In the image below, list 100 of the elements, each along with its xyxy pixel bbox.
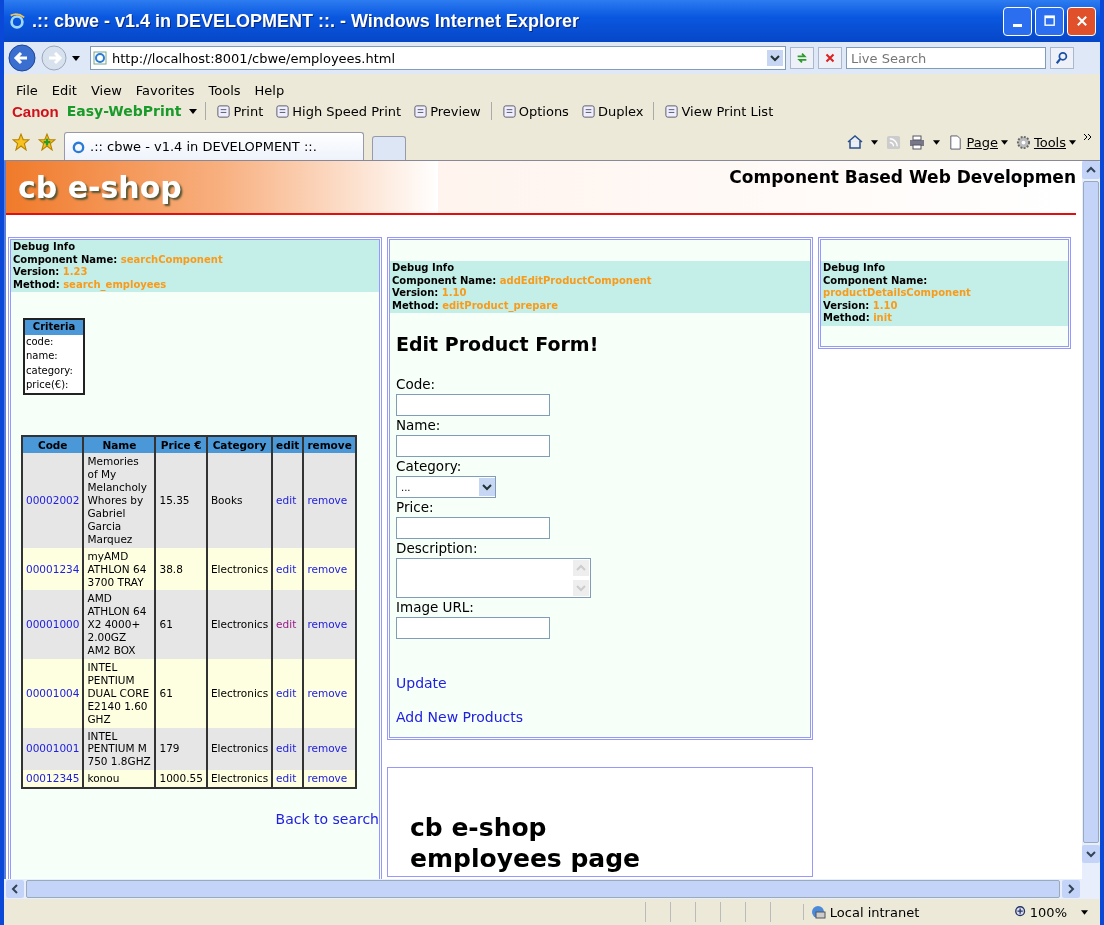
address-field[interactable]: http://localhost:8001/cbwe/employees.html <box>90 46 786 70</box>
input-field[interactable] <box>396 394 550 416</box>
page-icon <box>948 134 964 150</box>
browser-logo-icon <box>71 139 86 154</box>
browser-logo-icon <box>8 12 26 30</box>
debug-label: Component Name: <box>392 274 497 286</box>
dropdown-arrow-icon[interactable] <box>1081 909 1088 915</box>
edit-link[interactable]: edit <box>276 494 297 507</box>
edit-link[interactable]: edit <box>276 618 297 631</box>
dropdown-arrow-icon[interactable] <box>189 108 198 114</box>
table-cell: Memories of My Melancholy Whores by Gabriel Garcia Marquez <box>83 453 156 548</box>
back-link[interactable]: Back to search <box>275 811 379 828</box>
form-link[interactable]: Update <box>396 675 447 691</box>
menu-item[interactable]: View <box>90 83 122 98</box>
product-code-link[interactable]: 00001000 <box>26 618 80 631</box>
toolbar-button[interactable]: Preview <box>411 103 483 119</box>
zoom-button[interactable]: 100% <box>1007 903 1073 921</box>
dropdown-arrow-icon[interactable] <box>871 139 879 145</box>
maximize-button[interactable] <box>1035 6 1064 36</box>
close-button[interactable] <box>1067 6 1096 36</box>
column-header: Code <box>22 435 84 454</box>
debug-value: 1.10 <box>441 287 467 298</box>
toolbar-button[interactable]: View Print List <box>662 103 776 119</box>
product-code-link[interactable]: 00001004 <box>26 686 80 699</box>
category-dropdown[interactable]: ... <box>396 476 496 498</box>
toolbar-icon <box>501 103 517 119</box>
home-icon[interactable] <box>847 134 864 150</box>
field-label: Category: <box>396 457 462 476</box>
search-field[interactable]: Live Search <box>846 47 1046 69</box>
edit-link[interactable]: edit <box>276 562 297 575</box>
menu-item[interactable]: Edit <box>51 83 77 98</box>
toolbar-button[interactable]: Duplex <box>578 103 646 119</box>
refresh-button[interactable] <box>790 47 814 69</box>
favorites-star-icon[interactable] <box>12 133 30 151</box>
stop-button[interactable] <box>818 47 842 69</box>
input-field[interactable] <box>396 617 550 639</box>
scroll-up-icon[interactable] <box>1082 161 1100 179</box>
vertical-scrollbar[interactable] <box>1082 161 1100 879</box>
remove-link[interactable]: remove <box>307 618 348 631</box>
description-field[interactable] <box>396 558 591 598</box>
scroll-down-icon <box>573 580 589 596</box>
brand-logo: Canon <box>12 102 59 120</box>
menu-item[interactable]: Tools <box>208 83 241 98</box>
debug-value: search_employees <box>63 278 167 290</box>
menu-item[interactable]: Favorites <box>135 83 195 98</box>
maximize-icon <box>1042 14 1057 28</box>
add-favorite-icon[interactable] <box>38 133 56 151</box>
scroll-left-icon[interactable] <box>6 880 24 898</box>
criteria-header: Criteria <box>25 320 83 335</box>
remove-link[interactable]: remove <box>307 494 348 507</box>
remove-link[interactable]: remove <box>307 686 348 699</box>
close-icon <box>1074 14 1089 28</box>
criteria-label: name: <box>25 349 59 363</box>
back-button[interactable] <box>8 44 36 72</box>
site-logo: cb e-shop <box>18 169 182 205</box>
column-header: remove <box>303 435 356 454</box>
debug-label: Method: <box>823 312 870 323</box>
table-cell: konou <box>83 770 156 789</box>
dropdown-arrow-icon[interactable] <box>933 139 941 145</box>
table-cell: 61 <box>155 659 207 728</box>
column-header: edit <box>272 435 304 454</box>
chevron-icon[interactable] <box>1084 134 1092 140</box>
input-field[interactable] <box>396 517 550 539</box>
table-cell: Books <box>206 453 273 548</box>
search-button[interactable] <box>1050 47 1074 69</box>
browser-tab[interactable]: .:: cbwe - v1.4 in DEVELOPMENT ::. <box>64 132 364 160</box>
horizontal-scrollbar[interactable] <box>4 879 1100 899</box>
toolbar-icon <box>580 103 596 119</box>
column-header: Name <box>83 435 156 454</box>
toolbar-icon <box>664 103 680 119</box>
edit-link[interactable]: edit <box>276 686 297 699</box>
debug-value: searchComponent <box>120 253 223 265</box>
product-code-link[interactable]: 00002002 <box>26 494 80 507</box>
window-title: .:: cbwe - v1.4 in DEVELOPMENT ::. - Windows Internet Explorer <box>32 10 579 32</box>
menu-item[interactable]: Help <box>254 83 285 98</box>
table-cell: 1000.55 <box>155 770 207 789</box>
minimize-button[interactable] <box>1003 6 1032 36</box>
search-icon <box>1055 51 1069 65</box>
zoom-icon <box>1013 905 1028 919</box>
table-cell: Electronics <box>206 547 273 591</box>
toolbar-button[interactable]: Options <box>499 103 571 119</box>
input-field[interactable] <box>396 435 550 457</box>
menu-item[interactable]: File <box>16 83 38 98</box>
toolbar-button[interactable]: Print <box>214 103 266 119</box>
intranet-icon <box>809 904 826 920</box>
column-header: Category <box>206 435 273 454</box>
table-cell: myAMD ATHLON 64 3700 TRAY <box>83 547 156 591</box>
panel-heading: cb e-shop employees page <box>410 812 642 874</box>
scroll-right-icon[interactable] <box>1062 880 1080 898</box>
page-menu-button[interactable]: Page <box>948 134 1008 150</box>
refresh-icon <box>795 51 809 65</box>
edit-link[interactable]: edit <box>276 742 297 755</box>
print-icon[interactable] <box>909 134 926 150</box>
scroll-down-icon[interactable] <box>1082 845 1100 863</box>
toolbar-button[interactable]: High Speed Print <box>273 103 404 119</box>
dropdown-arrow-icon[interactable] <box>72 55 80 61</box>
field-label: Name: <box>396 416 441 435</box>
tools-menu-button[interactable]: Tools <box>1015 134 1076 150</box>
toolbar-icon <box>216 103 232 119</box>
form-link[interactable]: Add New Products <box>396 709 523 725</box>
